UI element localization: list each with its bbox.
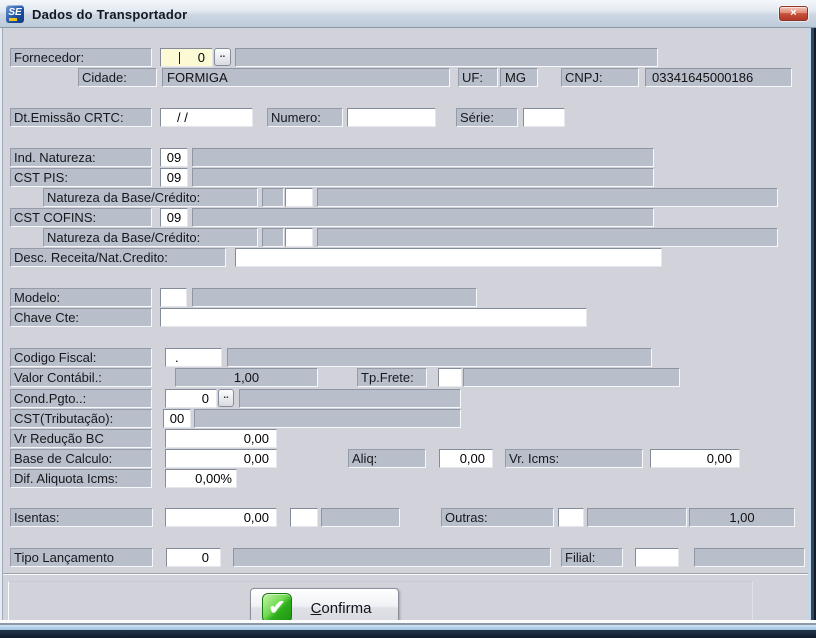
- outras-value-field: 1,00: [689, 508, 795, 527]
- uf-label: UF:: [458, 68, 498, 87]
- vr-reducao-bc-input[interactable]: 0,00: [165, 429, 277, 448]
- tp-frete-label: Tp.Frete:: [357, 368, 427, 387]
- nat-base-cofins-spacer-field: [262, 228, 284, 247]
- serie-input[interactable]: [523, 108, 565, 127]
- cidade-label: Cidade:: [78, 68, 157, 87]
- isentas-input[interactable]: 0,00: [165, 508, 277, 527]
- close-icon: ×: [790, 7, 796, 19]
- uf-field: MG: [500, 68, 538, 87]
- outras-code-input[interactable]: [558, 508, 584, 527]
- fornecedor-code-input[interactable]: 0: [160, 48, 213, 67]
- footer-divider-highlight: [3, 574, 808, 575]
- cond-pgto-browse-button[interactable]: ..: [218, 389, 234, 407]
- cst-pis-label: CST PIS:: [10, 168, 152, 187]
- ind-natureza-input[interactable]: 09: [160, 148, 188, 167]
- nat-base-cofins-desc-field: [317, 228, 778, 247]
- valor-contabil-field: 1,00: [175, 368, 318, 387]
- ind-natureza-label: Ind. Natureza:: [10, 148, 152, 167]
- confirma-button-label: Confirma: [292, 600, 398, 617]
- title-bar[interactable]: SE Dados do Transportador ×: [0, 0, 816, 28]
- nat-base-pis-code-input[interactable]: [285, 188, 313, 207]
- app-logo-gold-bar: [9, 18, 17, 21]
- valor-contabil-label: Valor Contábil.:: [10, 368, 152, 387]
- aliq-input[interactable]: 0,00: [439, 449, 493, 468]
- modelo-label: Modelo:: [10, 288, 152, 307]
- tipo-lancamento-input[interactable]: 0: [166, 548, 221, 567]
- check-icon: ✔: [262, 593, 292, 623]
- cnpj-label: CNPJ:: [561, 68, 639, 87]
- tipo-lancamento-label: Tipo Lançamento: [10, 548, 153, 567]
- nat-base-pis-desc-field: [317, 188, 778, 207]
- cst-cofins-input[interactable]: 09: [160, 208, 188, 227]
- window-title: Dados do Transportador: [32, 7, 187, 22]
- nat-base-cofins-code-input[interactable]: [285, 228, 313, 247]
- tp-frete-input[interactable]: [438, 368, 462, 387]
- cst-pis-desc-field: [192, 168, 654, 187]
- desc-receita-input[interactable]: [235, 248, 662, 267]
- serie-label: Série:: [456, 108, 518, 127]
- nat-base-pis-spacer-field: [262, 188, 284, 207]
- nat-base-cofins-label: Natureza da Base/Crédito:: [43, 228, 258, 247]
- chave-cte-input[interactable]: [160, 308, 587, 327]
- cond-pgto-label: Cond.Pgto..:: [10, 389, 152, 408]
- close-button[interactable]: ×: [779, 6, 808, 21]
- base-calculo-label: Base de Calculo:: [10, 449, 152, 468]
- modelo-input[interactable]: [160, 288, 187, 307]
- outras-desc-field: [587, 508, 687, 527]
- text-cursor: [179, 52, 180, 64]
- numero-input[interactable]: [347, 108, 436, 127]
- ind-natureza-desc-field: [192, 148, 654, 167]
- desc-receita-label: Desc. Receita/Nat.Credito:: [10, 248, 226, 267]
- app-logo-text: SE: [8, 7, 21, 18]
- codigo-fiscal-label: Codigo Fiscal:: [10, 348, 152, 367]
- window-border-left-inner: [2, 28, 3, 638]
- vr-reducao-bc-label: Vr Redução BC: [10, 429, 152, 448]
- codigo-fiscal-desc-field: [227, 348, 652, 367]
- fornecedor-label: Fornecedor:: [10, 48, 152, 67]
- app-logo-icon: SE: [6, 5, 24, 23]
- numero-label: Numero:: [267, 108, 343, 127]
- cst-cofins-desc-field: [192, 208, 654, 227]
- cst-cofins-label: CST COFINS:: [10, 208, 152, 227]
- fornecedor-browse-button[interactable]: ..: [214, 48, 231, 66]
- dt-emissao-label: Dt.Emissão CRTC:: [10, 108, 152, 127]
- nat-base-pis-label: Natureza da Base/Crédito:: [43, 188, 258, 207]
- dif-aliquota-icms-label: Dif. Aliquota Icms:: [10, 469, 152, 488]
- aliq-label: Aliq:: [348, 449, 426, 468]
- isentas-code-input[interactable]: [290, 508, 318, 527]
- filial-label: Filial:: [561, 548, 623, 567]
- outras-label: Outras:: [441, 508, 554, 527]
- cst-tributacao-desc-field: [194, 409, 461, 428]
- filial-desc-field: [694, 548, 805, 567]
- modelo-desc-field: [192, 288, 477, 307]
- window-border-bottom-dark: [0, 630, 816, 638]
- dt-emissao-input[interactable]: / /: [160, 108, 253, 127]
- fornecedor-name-field: [235, 48, 658, 67]
- isentas-label: Isentas:: [10, 508, 153, 527]
- cnpj-field: 03341645000186: [645, 68, 792, 87]
- tp-frete-desc-field: [463, 368, 680, 387]
- cond-pgto-desc-field: [239, 389, 461, 408]
- chave-cte-label: Chave Cte:: [10, 308, 152, 327]
- cst-tributacao-label: CST(Tributação):: [10, 409, 152, 428]
- cond-pgto-input[interactable]: 0: [165, 389, 217, 408]
- cidade-field: FORMIGA: [162, 68, 450, 87]
- isentas-desc-field: [321, 508, 400, 527]
- cst-tributacao-input[interactable]: 00: [163, 409, 191, 428]
- dialog-dados-transportador: SE Dados do Transportador × Fornecedor: …: [0, 0, 816, 638]
- codigo-fiscal-input[interactable]: .: [165, 348, 222, 367]
- tipo-lancamento-desc-field: [233, 548, 551, 567]
- dif-aliquota-icms-input[interactable]: 0,00%: [165, 469, 237, 488]
- base-calculo-input[interactable]: 0,00: [165, 449, 277, 468]
- vr-icms-input[interactable]: 0,00: [650, 449, 740, 468]
- cst-pis-input[interactable]: 09: [160, 168, 188, 187]
- vr-icms-label: Vr. Icms:: [505, 449, 643, 468]
- filial-input[interactable]: [635, 548, 679, 567]
